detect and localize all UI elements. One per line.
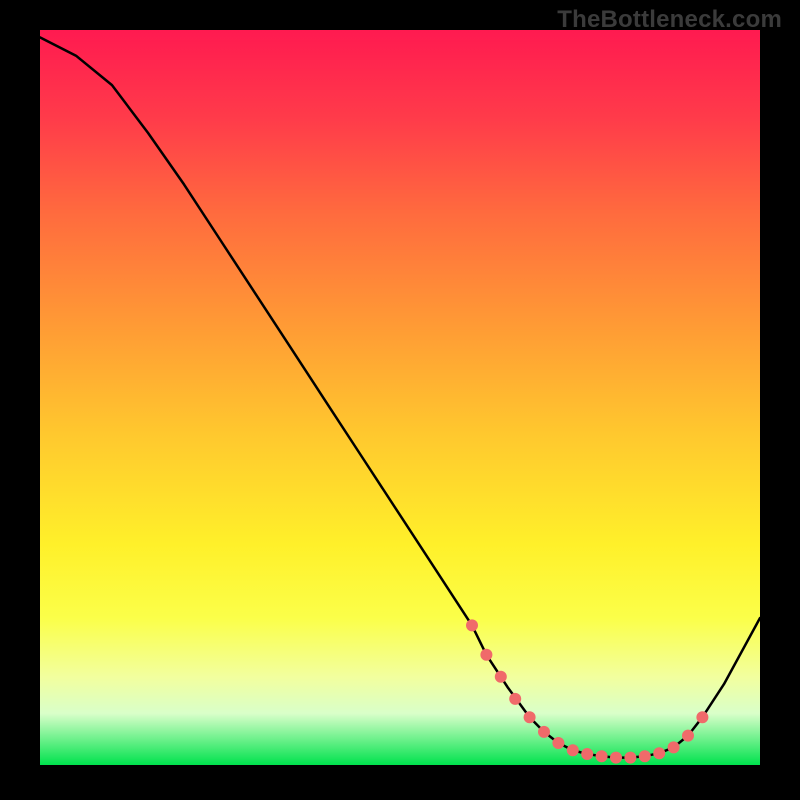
highlight-dot <box>639 750 651 762</box>
highlight-dot <box>696 711 708 723</box>
highlight-dot <box>524 711 536 723</box>
plot-area <box>40 30 760 765</box>
highlight-dot <box>610 752 622 764</box>
highlight-dot <box>624 752 636 764</box>
highlight-dot <box>552 737 564 749</box>
highlight-dots <box>466 619 708 763</box>
highlight-dot <box>495 671 507 683</box>
highlight-dot <box>653 747 665 759</box>
highlight-dot <box>567 744 579 756</box>
highlight-dot <box>668 741 680 753</box>
chart-frame: TheBottleneck.com <box>0 0 800 800</box>
highlight-dot <box>581 748 593 760</box>
bottleneck-curve <box>40 37 760 757</box>
highlight-dot <box>538 726 550 738</box>
highlight-dot <box>509 693 521 705</box>
highlight-dot <box>466 619 478 631</box>
highlight-dot <box>480 649 492 661</box>
curve-svg <box>40 30 760 765</box>
highlight-dot <box>682 730 694 742</box>
highlight-dot <box>596 750 608 762</box>
